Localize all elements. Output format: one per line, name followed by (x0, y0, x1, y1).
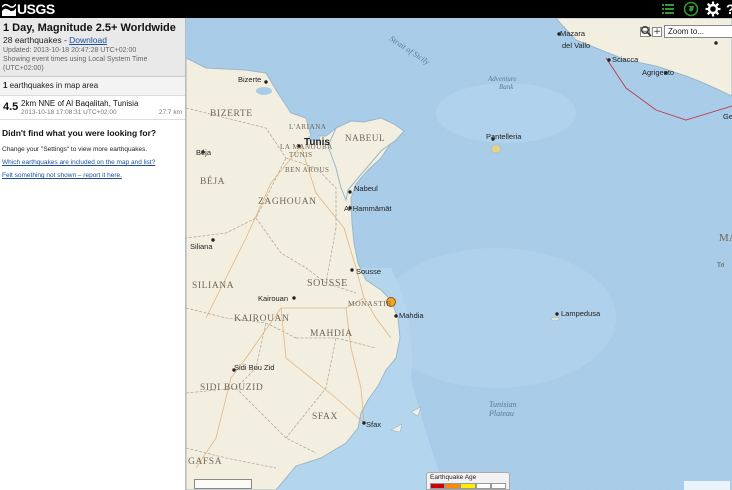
city-label: Béja (196, 148, 212, 157)
city-label: Pantelleria (486, 132, 522, 141)
updated-time: Updated: 2013-10-18 20:47:28 UTC+02:00 (3, 47, 137, 54)
region-label: MONASTIR (348, 299, 392, 308)
map-view[interactable]: BIZERTE L'ARIANA LA MANOUBA TUNIS BEN AROUS N… (186, 18, 732, 490)
region-label: NABEUL (345, 133, 385, 143)
pantelleria-island (490, 144, 502, 154)
lampedusa-island (550, 316, 560, 322)
svg-text:?: ? (726, 1, 732, 17)
city-label: Lampedusa (561, 309, 601, 318)
city-label: Gela (723, 112, 732, 121)
region-label: BEN AROUS (285, 166, 330, 174)
earthquake-list-panel: 1 Day, Magnitude 2.5+ Worldwide 28 earth… (0, 18, 186, 490)
city-label: Sousse (356, 267, 381, 276)
help-heading: Didn't find what you were looking for? (2, 128, 157, 138)
included-earthquakes-link[interactable]: Which earthquakes are included on the ma… (0, 155, 185, 168)
timezone-note: Showing event times using Local System T… (3, 56, 148, 72)
region-label: BÉJA (200, 175, 225, 187)
magnitude: 4.5 (3, 101, 19, 113)
city-label: Sidi Bou Zid (234, 363, 274, 372)
settings-hint: Change your "Settings" to view more eart… (2, 146, 148, 153)
basemap: BIZERTEL'ARIANALA MANOUBATUNISBEN AROUSN… (186, 18, 732, 490)
city-label: Sfax (366, 420, 381, 429)
scale-bar (194, 479, 252, 489)
city-label: Bizerte (238, 75, 261, 84)
zoom-to-select[interactable]: Zoom to... (664, 25, 732, 38)
region-label: SILIANA (192, 281, 234, 291)
list-icon[interactable] (660, 1, 676, 17)
in-area-text: earthquakes in map area (7, 81, 99, 90)
legend-title: Earthquake Age (430, 474, 477, 481)
header-bar: USGS ? (0, 0, 732, 18)
city-label: Siliana (190, 242, 213, 251)
region-label: TUNIS (289, 151, 313, 159)
region-label: ZAGHOUAN (258, 197, 317, 207)
help-icon[interactable]: ? (726, 1, 732, 17)
sea-label-tunisian-plateau: Tunisian (489, 400, 517, 409)
sea-label-tunisian-plateau: Plateau (488, 409, 514, 418)
sea-label-adventure-bank: Bank (499, 83, 514, 91)
region-label: SFAX (312, 412, 338, 422)
legend-swatch (475, 483, 491, 489)
map-attribution (684, 481, 730, 490)
city-label: Kairouan (258, 294, 288, 303)
city-label: Mahdia (399, 311, 424, 320)
usgs-logo[interactable]: USGS (2, 1, 55, 17)
feed-title: 1 Day, Magnitude 2.5+ Worldwide (3, 22, 176, 34)
search-icon[interactable] (640, 25, 652, 37)
city-label: Nabeul (354, 184, 378, 193)
city-label: del Vallo (562, 41, 590, 50)
list-header: 1 Day, Magnitude 2.5+ Worldwide 28 earth… (0, 18, 185, 77)
zoom-controls: − + Zoom to... (640, 25, 732, 38)
region-label: GAFSA (188, 457, 222, 467)
region-label: L'ARIANA (289, 123, 327, 131)
count-text: 28 earthquakes - (3, 35, 70, 45)
zoom-in-button[interactable]: + (652, 26, 662, 37)
legend-swatch (460, 483, 476, 489)
earthquake-count: 28 earthquakes - Download (3, 35, 182, 46)
map-area-count: 1 earthquakes in map area (0, 77, 185, 96)
city-label: Mazara (560, 29, 586, 38)
event-time: 2013-10-18 17:08:31 UTC+02:00 (21, 109, 117, 116)
offmap-label: Tri (717, 262, 724, 269)
location: 2km NNE of Al Baqalitah, Tunisia (21, 99, 139, 108)
depth: 27.7 km (158, 109, 182, 116)
city-label: Agrigento (642, 68, 674, 77)
logo-text: USGS (17, 1, 55, 17)
region-label: SIDI BOUZID (200, 383, 263, 393)
region-label: BIZERTE (210, 109, 253, 119)
legend-swatch (490, 483, 507, 489)
usgs-wave-icon (2, 3, 16, 16)
region-label: SOUSSE (307, 278, 348, 289)
gear-icon[interactable] (705, 1, 721, 17)
city-label: Al Ḥammāmāt (344, 204, 392, 213)
legend-color-bar (430, 483, 507, 489)
region-label: MAHDIA (310, 329, 353, 339)
report-felt-link[interactable]: Felt something not shown – report it her… (0, 168, 185, 181)
city-label: Tunis (304, 137, 330, 148)
city-label: Sciacca (612, 55, 639, 64)
sea-label-adventure-bank: Adventure (487, 75, 517, 83)
legend-swatch (445, 483, 461, 489)
earthquake-age-legend[interactable]: Earthquake Age (426, 472, 510, 490)
earthquake-list-item[interactable]: 4.5 2km NNE of Al Baqalitah, Tunisia 201… (0, 96, 185, 120)
legend-swatch (430, 483, 446, 489)
download-link[interactable]: Download (69, 35, 107, 45)
offmap-label: MA (719, 232, 732, 244)
app-window: USGS ? 1 Day, Magnitude 2.5+ Worldwi (0, 0, 732, 490)
globe-icon[interactable] (683, 1, 699, 17)
region-label: KAIROUAN (234, 314, 289, 324)
